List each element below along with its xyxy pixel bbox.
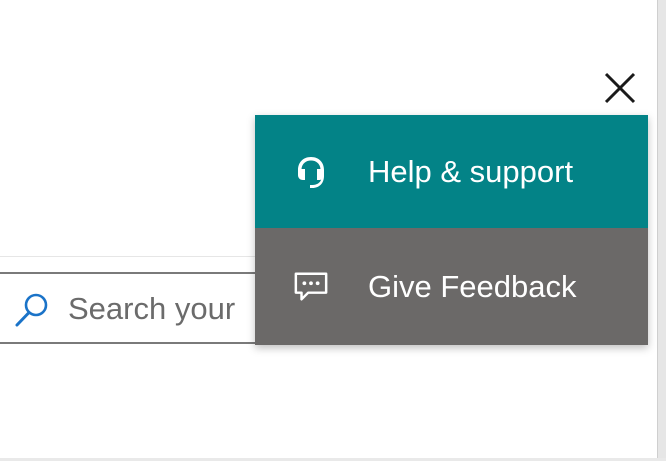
- window-edge: [657, 0, 666, 461]
- menu-item-give-feedback[interactable]: Give Feedback: [255, 228, 648, 345]
- menu-item-label: Give Feedback: [368, 268, 577, 304]
- help-menu: Help & support Give Feedback: [255, 115, 648, 345]
- chat-bubble-icon: [293, 269, 329, 305]
- close-icon: [604, 72, 636, 104]
- close-button[interactable]: [598, 66, 642, 110]
- headset-icon: [293, 154, 329, 190]
- menu-item-label: Help & support: [368, 153, 574, 189]
- divider-line: [0, 256, 270, 257]
- menu-item-help-support[interactable]: Help & support: [255, 115, 648, 228]
- search-icon: [15, 293, 48, 327]
